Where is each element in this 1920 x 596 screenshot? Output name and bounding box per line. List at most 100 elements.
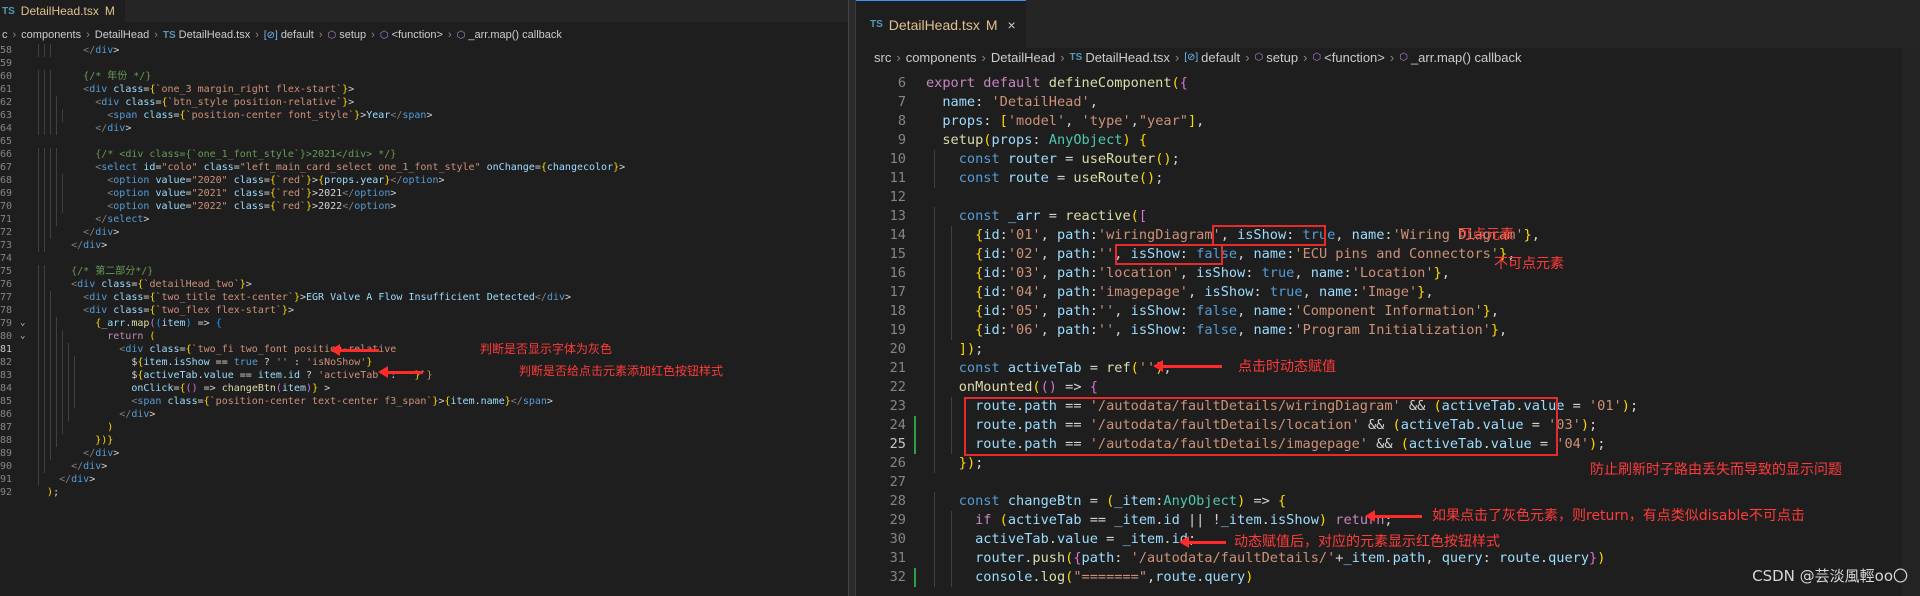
code-line[interactable]: 71 </select> [0, 213, 848, 226]
breadcrumb-item[interactable]: setup [1266, 50, 1298, 65]
code-line[interactable]: 91 </div> [0, 473, 848, 486]
highlight-box-clickable [1212, 225, 1326, 246]
code-line[interactable]: 19 {id:'06', path:'', isShow: false, nam… [856, 321, 1920, 340]
code-line[interactable]: 73 </div> [0, 239, 848, 252]
code-line[interactable]: 6 export default defineComponent({ [856, 74, 1920, 93]
breadcrumb-item[interactable]: <function> [392, 29, 443, 41]
left-code-area[interactable]: 58 </div> 59 60 {/* 年份 */} 61 <div class={`… [0, 44, 848, 499]
minimap[interactable] [1902, 48, 1920, 596]
code-line[interactable]: 63 <span class={`position-center font_st… [0, 109, 848, 122]
line-number: 12 [889, 189, 906, 205]
line-number: 67 [0, 162, 13, 173]
line-number: 84 [0, 383, 13, 394]
editor-split-divider[interactable] [848, 0, 856, 596]
code-line[interactable]: 66 {/* <div class={`one_1_font_style`}>2… [0, 148, 848, 161]
code-line[interactable]: 11 const route = useRoute(); [856, 169, 1920, 188]
breadcrumb-item[interactable]: _arr.map() callback [1411, 50, 1522, 65]
code-text: }); [958, 455, 984, 471]
breadcrumb-item[interactable]: components [906, 50, 977, 65]
line-number: 6 [897, 75, 906, 91]
code-line[interactable]: 13 const _arr = reactive([ [856, 207, 1920, 226]
breadcrumb-item[interactable]: setup [339, 29, 366, 41]
line-number: 62 [0, 97, 13, 108]
code-line[interactable]: 85 <span class={`position-center text-ce… [0, 395, 848, 408]
code-line[interactable]: 72 </div> [0, 226, 848, 239]
breadcrumb-item[interactable]: src [874, 50, 891, 65]
code-line[interactable]: 8 props: ['model', 'type',"year"], [856, 112, 1920, 131]
code-line[interactable]: 15 {id:'02', path:'', isShow: false, nam… [856, 245, 1920, 264]
code-line[interactable]: 87 ) [0, 421, 848, 434]
code-line[interactable]: 61 <div class={`one_3 margin_right flex-… [0, 83, 848, 96]
code-line[interactable]: 70 <option value="2022" class={`red`}>20… [0, 200, 848, 213]
code-line[interactable]: 77 <div class={`two_title text-center`}>… [0, 291, 848, 304]
line-number: 68 [0, 175, 13, 186]
breadcrumb-item[interactable]: default [281, 29, 314, 41]
code-line[interactable]: 86 </div> [0, 408, 848, 421]
code-text: const changeBtn = (_item:AnyObject) => { [958, 493, 1287, 509]
code-text: onMounted(() => { [958, 379, 1098, 395]
code-line[interactable]: 9 setup(props: AnyObject) { [856, 131, 1920, 150]
code-line[interactable]: 78 <div class={`two_flex flex-start`}> [0, 304, 848, 317]
annotation-not-clickable: 不可点元素 [1494, 256, 1564, 272]
chevron-right-icon: › [447, 29, 452, 41]
line-number: 27 [889, 474, 906, 490]
code-line[interactable]: 89 </div> [0, 447, 848, 460]
breadcrumb-item[interactable]: DetailHead [95, 29, 149, 41]
code-line[interactable]: 76 <div class={`detailHead_two`}> [0, 278, 848, 291]
code-line[interactable]: 67 <select id="colo" class="left_main_ca… [0, 161, 848, 174]
code-line[interactable]: 17 {id:'04', path:'imagepage', isShow: t… [856, 283, 1920, 302]
breadcrumb-item[interactable]: DetailHead [991, 50, 1055, 65]
code-line[interactable]: 79 ⌄ {_arr.map((item) => { [0, 317, 848, 330]
code-line[interactable]: 21 const activeTab = ref(''); [856, 359, 1920, 378]
code-text: setup(props: AnyObject) { [942, 132, 1148, 148]
breadcrumb-item[interactable]: _arr.map() callback [468, 29, 562, 41]
code-line[interactable]: 60 {/* 年份 */} [0, 70, 848, 83]
fold-chevron-icon[interactable]: ⌄ [20, 317, 25, 330]
code-line[interactable]: 10 const router = useRouter(); [856, 150, 1920, 169]
code-line[interactable]: 64 </div> [0, 122, 848, 135]
code-text: {id:'06', path:'', isShow: false, name:'… [975, 322, 1508, 338]
left-editor-pane[interactable]: TS DetailHead.tsx M c › components › Detai… [0, 0, 848, 596]
close-icon[interactable]: × [1008, 17, 1016, 33]
breadcrumb-item[interactable]: default [1201, 50, 1240, 65]
code-line[interactable]: 7 name: 'DetailHead', [856, 93, 1920, 112]
code-line[interactable]: 59 [0, 57, 848, 70]
line-number: 91 [0, 474, 13, 485]
code-line[interactable]: 14 {id:'01', path:'wiringDiagram', isSho… [856, 226, 1920, 245]
left-editor-tab[interactable]: TS DetailHead.tsx M [0, 0, 125, 22]
code-text: ]); [958, 341, 984, 357]
right-editor-tab[interactable]: TS DetailHead.tsx M × [856, 0, 1026, 48]
code-line[interactable]: 68 <option value="2020" class={`red`}>{p… [0, 174, 848, 187]
code-line[interactable]: 65 [0, 135, 848, 148]
code-line[interactable]: 88 })} [0, 434, 848, 447]
code-line[interactable]: 16 {id:'03', path:'location', isShow: tr… [856, 264, 1920, 283]
code-line[interactable]: 18 {id:'05', path:'', isShow: false, nam… [856, 302, 1920, 321]
right-editor-pane[interactable]: TS DetailHead.tsx M × src › components › D… [856, 0, 1920, 596]
code-line[interactable]: 90 </div> [0, 460, 848, 473]
fold-chevron-icon[interactable]: ⌄ [20, 330, 25, 343]
breadcrumb-item[interactable]: DetailHead.tsx [1085, 50, 1170, 65]
breadcrumb-item[interactable]: c [2, 29, 8, 41]
code-line[interactable]: 75 {/* 第二部分*/} [0, 265, 848, 278]
code-line[interactable]: 58 </div> [0, 44, 848, 57]
annotation-gray-font: 判断是否显示字体为灰色 [480, 342, 613, 356]
tab-filename: DetailHead.tsx [20, 4, 99, 18]
line-number: 8 [897, 113, 906, 129]
line-number: 69 [0, 188, 13, 199]
code-line[interactable]: 80 ⌄ return ( [0, 330, 848, 343]
code-line[interactable]: 22 onMounted(() => { [856, 378, 1920, 397]
code-line[interactable]: 81 <div class={`two_fi two_font position… [0, 343, 848, 356]
breadcrumb-item[interactable]: components [21, 29, 81, 41]
line-number: 89 [0, 448, 13, 459]
code-line[interactable]: 62 <div class={`btn_style position-relat… [0, 96, 848, 109]
breadcrumb-item[interactable]: DetailHead.tsx [179, 29, 251, 41]
breadcrumb-item[interactable]: <function> [1324, 50, 1385, 65]
code-text: {_arr.map((item) => { [95, 318, 222, 329]
code-line[interactable]: 84 onClick={() => changeBtn(item)} > [0, 382, 848, 395]
code-line[interactable]: 12 [856, 188, 1920, 207]
code-line[interactable]: 69 <option value="2021" class={`red`}>20… [0, 187, 848, 200]
code-text: const _arr = reactive([ [958, 208, 1148, 224]
code-line[interactable]: 74 [0, 252, 848, 265]
code-line[interactable]: 92 ); [0, 486, 848, 499]
code-line[interactable]: 20 ]); [856, 340, 1920, 359]
